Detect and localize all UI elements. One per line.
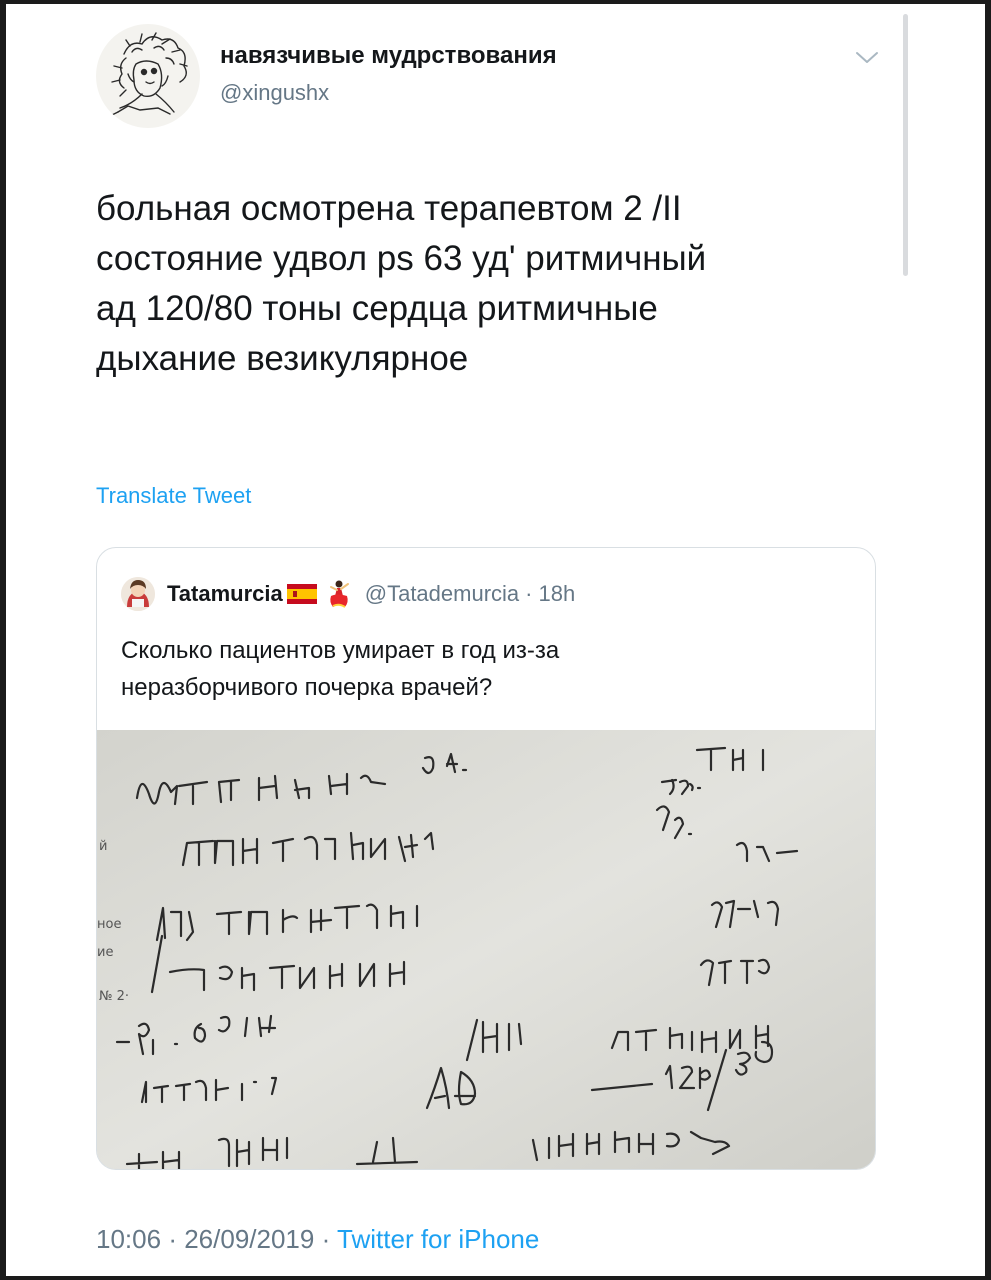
quoted-tweet-header: Tatamurcia @Tatademurcia · 18h — [121, 576, 575, 612]
quoted-tweet-card[interactable]: Tatamurcia @Tatademurcia · 18h Сколько п… — [96, 547, 876, 1170]
margin-label: ное — [97, 917, 121, 932]
translate-tweet-link[interactable]: Translate Tweet — [96, 483, 251, 509]
tweet-text-line: дыхание везикулярное — [96, 339, 469, 378]
tweet-source-link[interactable]: Twitter for iPhone — [337, 1224, 539, 1254]
tweet-footer: 10:06 · 26/09/2019 · Twitter for iPhone — [96, 1224, 539, 1255]
chevron-down-icon[interactable] — [853, 48, 881, 68]
quoted-tweet-age[interactable]: 18h — [538, 581, 575, 607]
author-avatar[interactable] — [96, 24, 200, 128]
margin-label: ие — [97, 945, 113, 960]
margin-label: й — [99, 839, 107, 854]
separator: · — [321, 1224, 331, 1254]
quoted-author-handle[interactable]: @Tatademurcia — [365, 581, 519, 607]
quoted-text-line: Сколько пациентов умирает в год из-за — [121, 637, 560, 664]
scroll-indicator[interactable] — [903, 14, 908, 276]
flamenco-dancer-icon — [323, 579, 351, 609]
tweet-text: больная осмотрена терапевтом 2 /II состо… — [96, 184, 886, 384]
quoted-author-name[interactable]: Tatamurcia — [167, 581, 283, 607]
margin-label: № 2· — [99, 989, 129, 1004]
tweet-time[interactable]: 10:06 — [96, 1224, 161, 1254]
tweet-text-line: ад 120/80 тоны сердца ритмичные — [96, 289, 658, 328]
handwritten-note-image[interactable]: й ное ие № 2· — [97, 730, 875, 1169]
tweet-text-line: больная осмотрена терапевтом 2 /II — [96, 189, 682, 228]
tweet-date[interactable]: 26/09/2019 — [184, 1224, 314, 1254]
tweet-text-line: состояние удвол ps 63 уд' ритмичный — [96, 239, 707, 278]
quoted-text-line: неразборчивого почерка врачей? — [121, 674, 493, 701]
quoted-tweet-text: Сколько пациентов умирает в год из-за не… — [121, 632, 851, 706]
author-name[interactable]: навязчивые мудрствования — [220, 42, 557, 70]
separator: · — [168, 1224, 177, 1254]
author-handle[interactable]: @xingushx — [220, 80, 329, 106]
separator: · — [525, 581, 533, 606]
quoted-author-avatar[interactable] — [121, 577, 155, 611]
spain-flag-icon — [286, 584, 317, 604]
